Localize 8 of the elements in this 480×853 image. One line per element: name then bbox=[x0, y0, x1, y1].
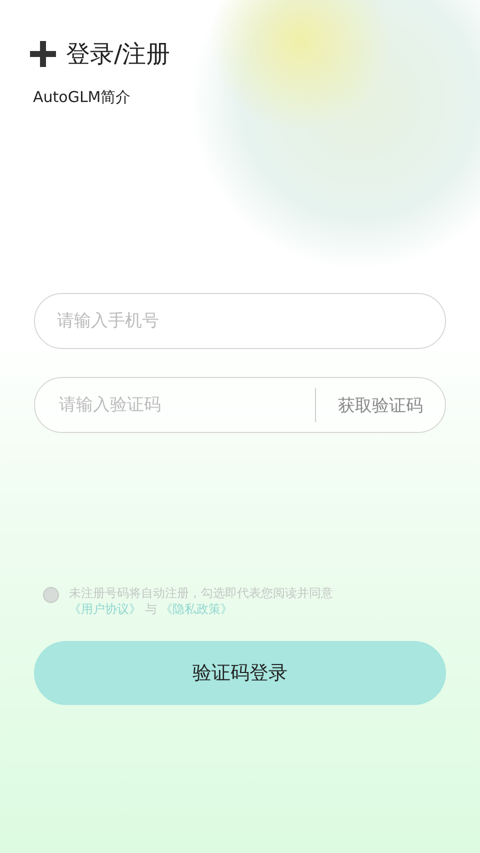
intro-link[interactable]: AutoGLM简介 bbox=[33, 88, 446, 107]
phone-input-field[interactable]: 请输入手机号 bbox=[34, 293, 446, 349]
login-button[interactable]: 验证码登录 bbox=[34, 641, 446, 705]
code-input-field[interactable]: 请输入验证码 bbox=[57, 394, 292, 416]
page-title: 登录/注册 bbox=[66, 39, 170, 70]
agreement-checkbox[interactable] bbox=[43, 587, 59, 603]
get-code-button[interactable]: 获取验证码 bbox=[338, 394, 423, 416]
plus-icon bbox=[30, 41, 56, 67]
